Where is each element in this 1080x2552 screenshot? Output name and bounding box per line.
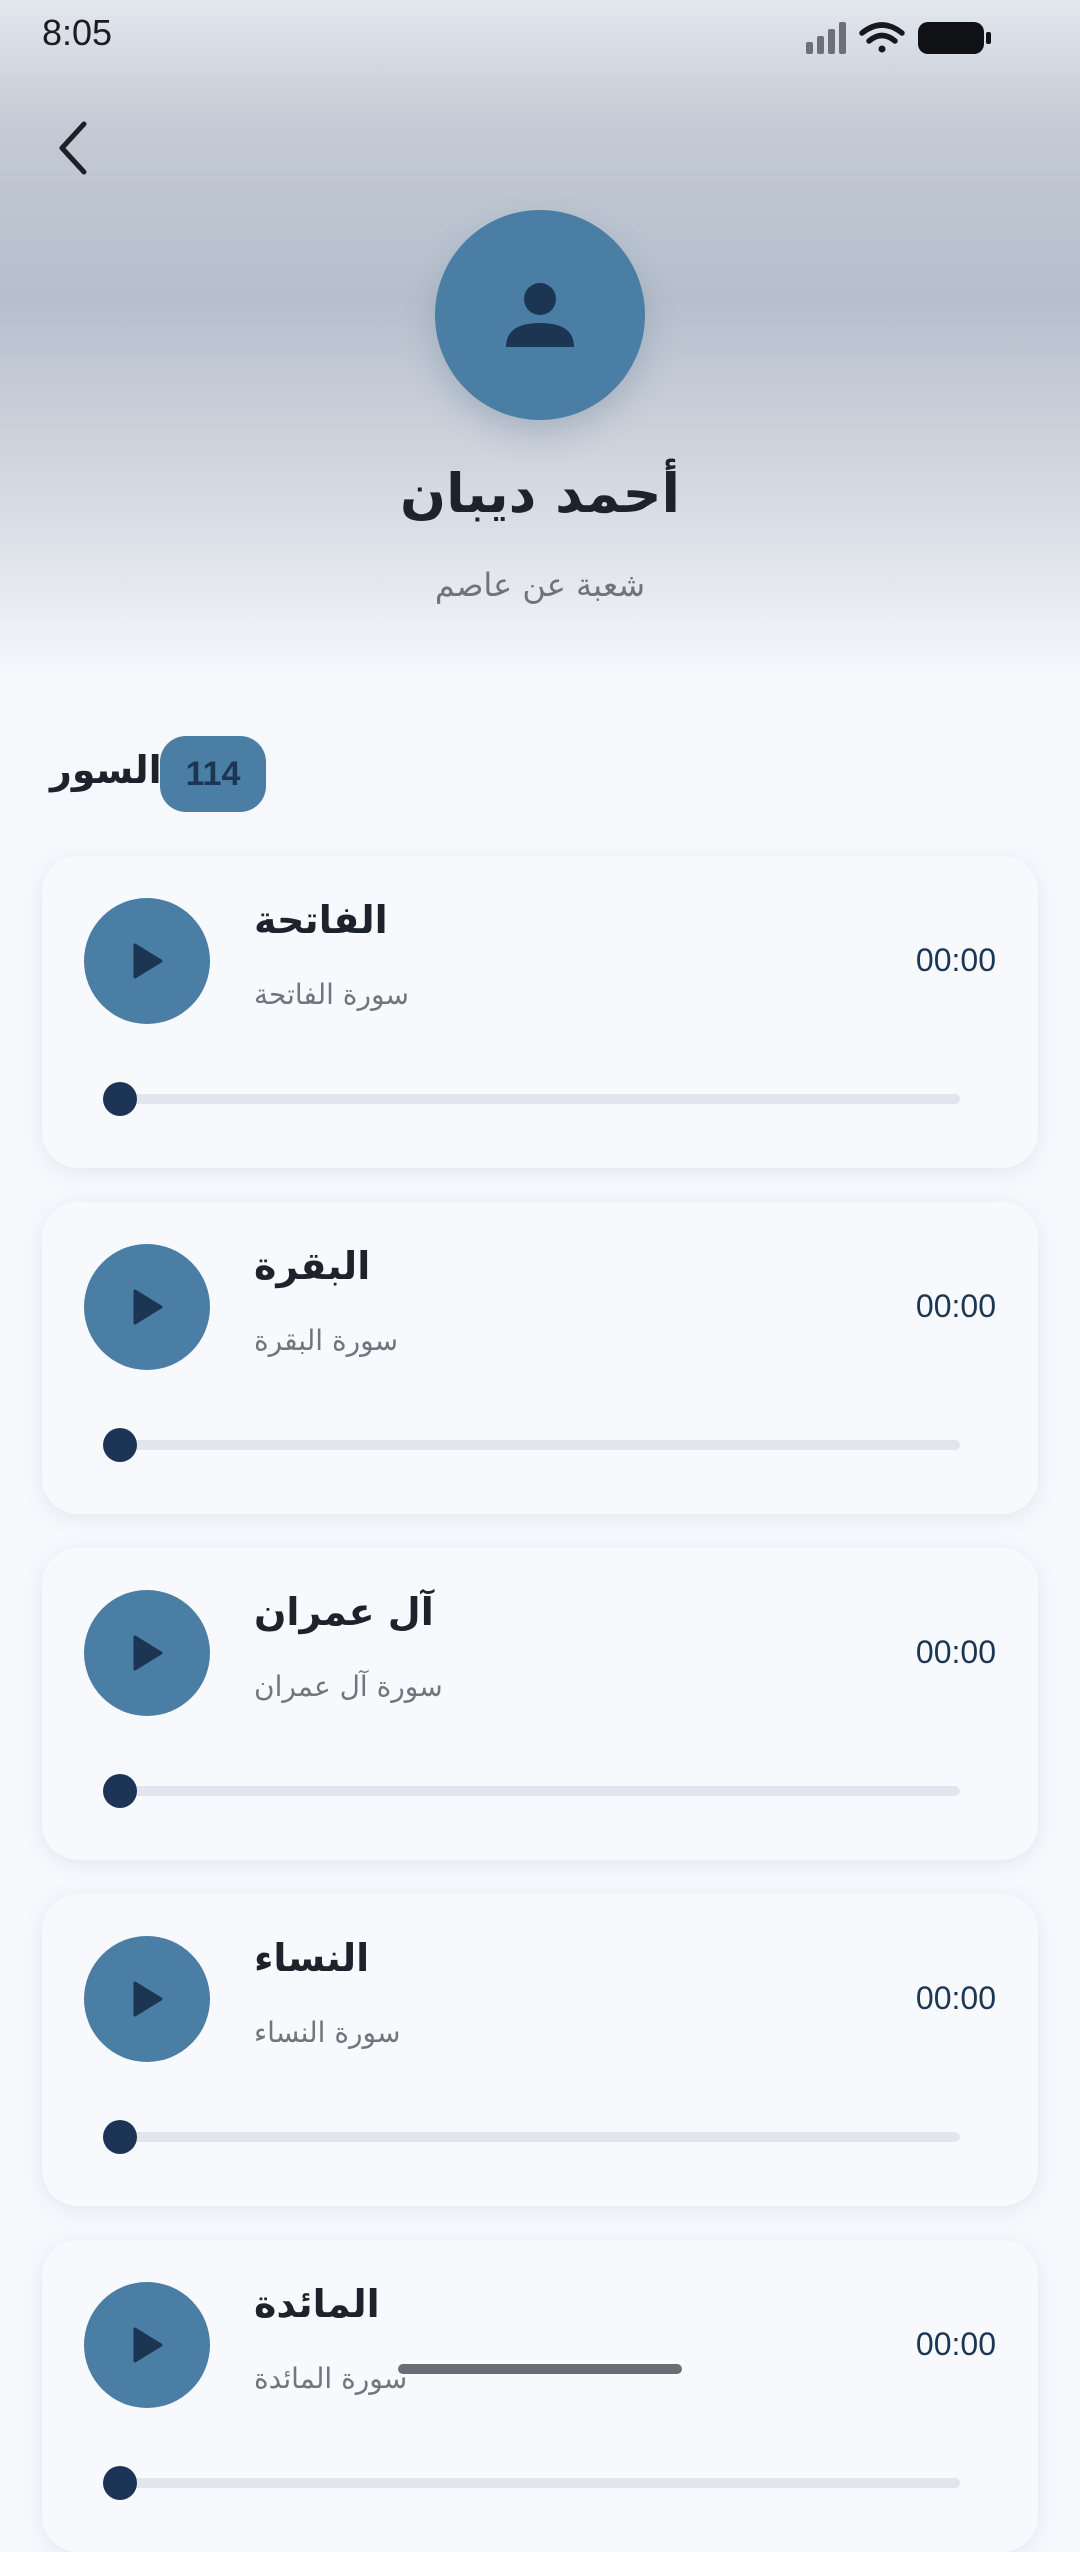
sura-duration: 00:00	[915, 1634, 996, 1670]
progress-slider[interactable]	[103, 2466, 960, 2500]
home-indicator[interactable]	[398, 2364, 682, 2374]
status-bar: 8:05	[0, 0, 1080, 72]
cellular-signal-icon	[806, 22, 846, 54]
battery-icon	[918, 22, 991, 54]
sura-name: المائدة	[254, 2282, 380, 2326]
progress-thumb[interactable]	[103, 1428, 137, 1462]
back-button[interactable]	[42, 108, 106, 188]
status-time: 8:05	[42, 12, 113, 53]
sura-card[interactable]: الفاتحة سورة الفاتحة 00:00	[42, 856, 1038, 1168]
progress-slider[interactable]	[103, 1082, 960, 1116]
reciter-subtitle: شعبة عن عاصم	[434, 566, 646, 604]
reciter-name: أحمد ديبان	[399, 462, 681, 525]
sura-subtitle: سورة الفاتحة	[254, 978, 409, 1011]
progress-thumb[interactable]	[103, 2120, 137, 2154]
sura-name: الفاتحة	[254, 898, 388, 942]
play-icon	[133, 1289, 163, 1325]
sura-card[interactable]: النساء سورة النساء 00:00	[42, 1894, 1038, 2206]
chevron-left-icon	[59, 121, 87, 175]
progress-slider[interactable]	[103, 1428, 960, 1462]
sura-card[interactable]: البقرة سورة البقرة 00:00	[42, 1202, 1038, 1514]
sura-duration: 00:00	[915, 942, 996, 978]
progress-slider[interactable]	[103, 1774, 960, 1808]
play-icon	[133, 2327, 163, 2363]
sura-name: النساء	[254, 1936, 370, 1980]
suras-count-badge: 114	[160, 736, 266, 812]
sura-card[interactable]: المائدة سورة المائدة 00:00	[42, 2240, 1038, 2552]
sura-subtitle: سورة البقرة	[254, 1324, 399, 1357]
progress-thumb[interactable]	[103, 1082, 137, 1116]
sura-name: آل عمران	[254, 1590, 434, 1634]
sura-duration: 00:00	[915, 1288, 996, 1324]
play-button[interactable]	[84, 1936, 210, 2062]
sura-subtitle: سورة النساء	[254, 2016, 401, 2049]
sura-subtitle: سورة المائدة	[254, 2362, 408, 2395]
play-icon	[133, 943, 163, 979]
wifi-icon	[859, 22, 905, 53]
reciter-avatar	[435, 210, 645, 420]
play-icon	[133, 1981, 163, 2017]
play-button[interactable]	[84, 1590, 210, 1716]
progress-thumb[interactable]	[103, 2466, 137, 2500]
sura-duration: 00:00	[915, 2326, 996, 2362]
sura-subtitle: سورة آل عمران	[254, 1670, 443, 1703]
sura-card[interactable]: آل عمران سورة آل عمران 00:00	[42, 1548, 1038, 1860]
play-button[interactable]	[84, 898, 210, 1024]
play-button[interactable]	[84, 2282, 210, 2408]
sura-duration: 00:00	[915, 1980, 996, 2016]
sura-name: البقرة	[254, 1244, 371, 1288]
person-icon	[506, 283, 574, 347]
suras-section-title: السور	[50, 748, 162, 792]
progress-thumb[interactable]	[103, 1774, 137, 1808]
status-icons	[806, 22, 991, 54]
play-button[interactable]	[84, 1244, 210, 1370]
play-icon	[133, 1635, 163, 1671]
progress-slider[interactable]	[103, 2120, 960, 2154]
